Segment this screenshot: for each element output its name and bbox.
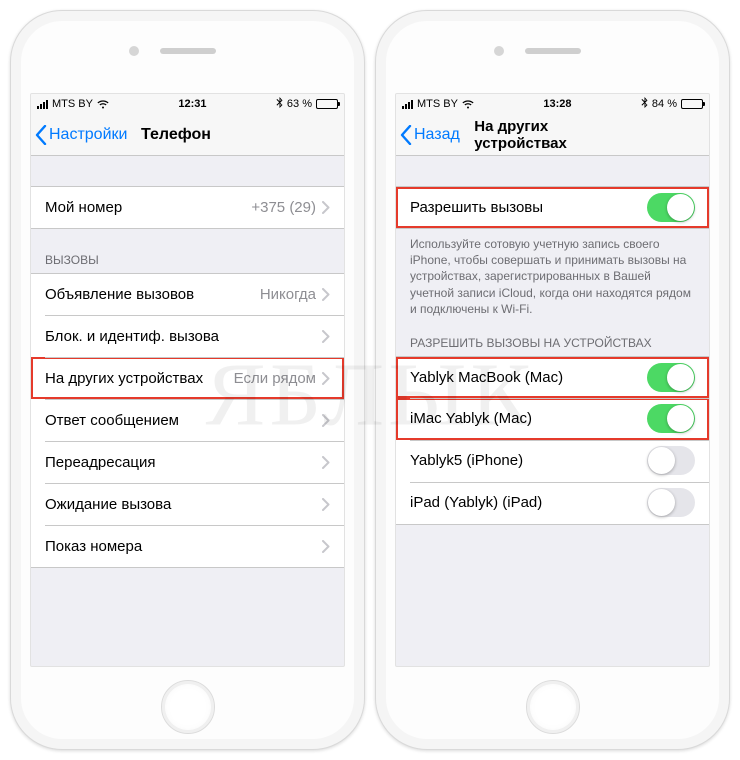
- row-forwarding[interactable]: Переадресация: [31, 441, 344, 483]
- chevron-left-icon: [35, 125, 47, 145]
- device-label: Yablyk MacBook (Mac): [410, 369, 647, 386]
- row-device-0[interactable]: Yablyk MacBook (Mac): [396, 356, 709, 398]
- screen-right: MTS BY 13:28 84 % Назад На других устрой…: [395, 93, 710, 667]
- device-label: iMac Yablyk (Mac): [410, 410, 647, 427]
- section-header-calls: ВЫЗОВЫ: [31, 247, 344, 273]
- chevron-right-icon: [322, 372, 330, 385]
- content-right: Разрешить вызовы Используйте сотовую уче…: [396, 156, 709, 525]
- carrier-label: MTS BY: [52, 98, 93, 110]
- status-bar: MTS BY 12:31 63 %: [31, 94, 344, 114]
- phone-right: MTS BY 13:28 84 % Назад На других устрой…: [375, 10, 730, 750]
- reply-label: Ответ сообщением: [45, 412, 322, 429]
- battery-icon: [681, 99, 703, 109]
- back-button[interactable]: Назад: [396, 125, 460, 145]
- device-toggle[interactable]: [647, 363, 695, 392]
- front-camera: [129, 46, 139, 56]
- device-toggle[interactable]: [647, 488, 695, 517]
- screen-left: MTS BY 12:31 63 % Настройки Телефон Мой …: [30, 93, 345, 667]
- chevron-right-icon: [322, 288, 330, 301]
- clock: 12:31: [178, 98, 206, 110]
- page-title: На других устройствах: [474, 118, 631, 152]
- status-bar: MTS BY 13:28 84 %: [396, 94, 709, 114]
- speaker: [160, 48, 216, 54]
- forwarding-label: Переадресация: [45, 454, 322, 471]
- phone-left: MTS BY 12:31 63 % Настройки Телефон Мой …: [10, 10, 365, 750]
- navbar: Назад На других устройствах: [396, 114, 709, 156]
- row-device-3[interactable]: iPad (Yablyk) (iPad): [396, 482, 709, 524]
- my-number-value: +375 (29): [251, 199, 316, 216]
- front-camera: [494, 46, 504, 56]
- device-toggle[interactable]: [647, 446, 695, 475]
- battery-icon: [316, 99, 338, 109]
- chevron-right-icon: [322, 540, 330, 553]
- back-label: Настройки: [49, 126, 127, 144]
- row-reply[interactable]: Ответ сообщением: [31, 399, 344, 441]
- back-label: Назад: [414, 126, 460, 144]
- caller-id-label: Показ номера: [45, 538, 322, 555]
- row-device-2[interactable]: Yablyk5 (iPhone): [396, 440, 709, 482]
- device-label: Yablyk5 (iPhone): [410, 452, 647, 469]
- announce-value: Никогда: [260, 286, 316, 303]
- back-button[interactable]: Настройки: [31, 125, 127, 145]
- announce-label: Объявление вызовов: [45, 286, 260, 303]
- row-allow-calls[interactable]: Разрешить вызовы: [396, 186, 709, 228]
- chevron-left-icon: [400, 125, 412, 145]
- home-button[interactable]: [161, 680, 215, 734]
- speaker: [525, 48, 581, 54]
- row-caller-id[interactable]: Показ номера: [31, 525, 344, 567]
- waiting-label: Ожидание вызова: [45, 496, 322, 513]
- battery-text: 63 %: [287, 98, 312, 110]
- other-devices-label: На других устройствах: [45, 370, 234, 387]
- row-other-devices[interactable]: На других устройствах Если рядом: [31, 357, 344, 399]
- chevron-right-icon: [322, 414, 330, 427]
- allow-calls-toggle[interactable]: [647, 193, 695, 222]
- block-label: Блок. и идентиф. вызова: [45, 328, 322, 345]
- section-header-devices: РАЗРЕШИТЬ ВЫЗОВЫ НА УСТРОЙСТВАХ: [396, 330, 709, 356]
- wifi-icon: [462, 100, 474, 109]
- signal-icon: [402, 100, 413, 109]
- row-device-1[interactable]: iMac Yablyk (Mac): [396, 398, 709, 440]
- allow-calls-label: Разрешить вызовы: [410, 199, 647, 216]
- bluetooth-icon: [276, 97, 283, 111]
- carrier-label: MTS BY: [417, 98, 458, 110]
- other-devices-value: Если рядом: [234, 370, 316, 387]
- signal-icon: [37, 100, 48, 109]
- chevron-right-icon: [322, 201, 330, 214]
- row-waiting[interactable]: Ожидание вызова: [31, 483, 344, 525]
- device-label: iPad (Yablyk) (iPad): [410, 494, 647, 511]
- chevron-right-icon: [322, 456, 330, 469]
- device-toggle[interactable]: [647, 404, 695, 433]
- home-button[interactable]: [526, 680, 580, 734]
- page-title: Телефон: [141, 126, 211, 144]
- my-number-label: Мой номер: [45, 199, 251, 216]
- content-left: Мой номер +375 (29) ВЫЗОВЫ Объявление вы…: [31, 156, 344, 568]
- row-block[interactable]: Блок. и идентиф. вызова: [31, 315, 344, 357]
- row-announce[interactable]: Объявление вызовов Никогда: [31, 273, 344, 315]
- row-my-number[interactable]: Мой номер +375 (29): [31, 186, 344, 228]
- clock: 13:28: [543, 98, 571, 110]
- bluetooth-icon: [641, 97, 648, 111]
- footer-text-allow: Используйте сотовую учетную запись своег…: [396, 229, 709, 324]
- chevron-right-icon: [322, 330, 330, 343]
- chevron-right-icon: [322, 498, 330, 511]
- wifi-icon: [97, 100, 109, 109]
- navbar: Настройки Телефон: [31, 114, 344, 156]
- battery-text: 84 %: [652, 98, 677, 110]
